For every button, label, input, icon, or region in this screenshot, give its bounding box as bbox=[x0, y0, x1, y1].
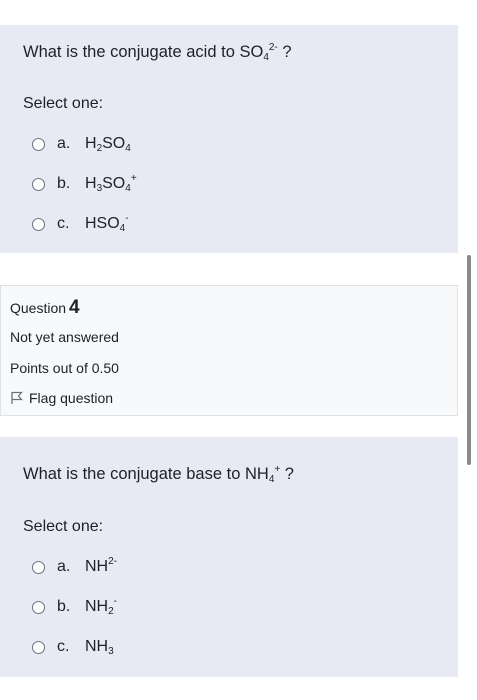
question-number: Question 4 bbox=[10, 297, 80, 318]
option-a[interactable]: a. NH2- bbox=[32, 547, 117, 587]
option-letter: b. bbox=[57, 175, 71, 192]
option-b[interactable]: b. NH2- bbox=[32, 587, 117, 627]
answer-options: a. H2SO4 b. H3SO4+ c. HSO4- bbox=[32, 124, 137, 244]
question-state: Not yet answered bbox=[10, 329, 119, 345]
question-4-content: What is the conjugate base to NH4+ ? Sel… bbox=[0, 437, 458, 677]
radio-button[interactable] bbox=[32, 217, 45, 231]
answer-options: a. NH2- b. NH2- c. NH3 bbox=[32, 547, 117, 667]
radio-button[interactable] bbox=[32, 560, 45, 574]
select-one-label: Select one: bbox=[23, 518, 104, 535]
radio-button[interactable] bbox=[32, 640, 45, 654]
radio-button[interactable] bbox=[32, 600, 45, 614]
option-label[interactable]: NH2- bbox=[85, 597, 117, 617]
option-letter: c. bbox=[57, 215, 70, 232]
question-4-info: Question 4 Not yet answered Points out of… bbox=[0, 285, 458, 416]
option-letter: a. bbox=[57, 558, 71, 575]
question-grade: Points out of 0.50 bbox=[10, 360, 119, 376]
flag-question-label[interactable]: Flag question bbox=[29, 390, 113, 406]
option-letter: b. bbox=[57, 598, 71, 615]
question-4-text: What is the conjugate base to NH4+ ? bbox=[23, 464, 294, 485]
option-b[interactable]: b. H3SO4+ bbox=[32, 164, 137, 204]
quiz-page: What is the conjugate acid to SO42- ? Se… bbox=[0, 0, 477, 700]
option-a[interactable]: a. H2SO4 bbox=[32, 124, 137, 164]
radio-button[interactable] bbox=[32, 137, 45, 151]
option-label[interactable]: NH2- bbox=[85, 557, 117, 576]
option-label[interactable]: HSO4- bbox=[85, 214, 129, 234]
option-label[interactable]: H3SO4+ bbox=[85, 174, 137, 194]
question-3-content: What is the conjugate acid to SO42- ? Se… bbox=[0, 25, 458, 253]
option-label[interactable]: H2SO4 bbox=[85, 135, 131, 154]
option-letter: a. bbox=[57, 135, 71, 152]
flag-icon[interactable] bbox=[10, 391, 24, 405]
option-c[interactable]: c. HSO4- bbox=[32, 204, 137, 244]
select-one-label: Select one: bbox=[23, 95, 104, 112]
option-label[interactable]: NH3 bbox=[85, 638, 114, 657]
option-letter: c. bbox=[57, 638, 70, 655]
radio-button[interactable] bbox=[32, 177, 45, 191]
flag-question-link[interactable]: Flag question bbox=[10, 390, 113, 406]
option-c[interactable]: c. NH3 bbox=[32, 627, 117, 667]
scrollbar[interactable] bbox=[467, 255, 471, 465]
question-3-text: What is the conjugate acid to SO42- ? bbox=[23, 42, 292, 63]
